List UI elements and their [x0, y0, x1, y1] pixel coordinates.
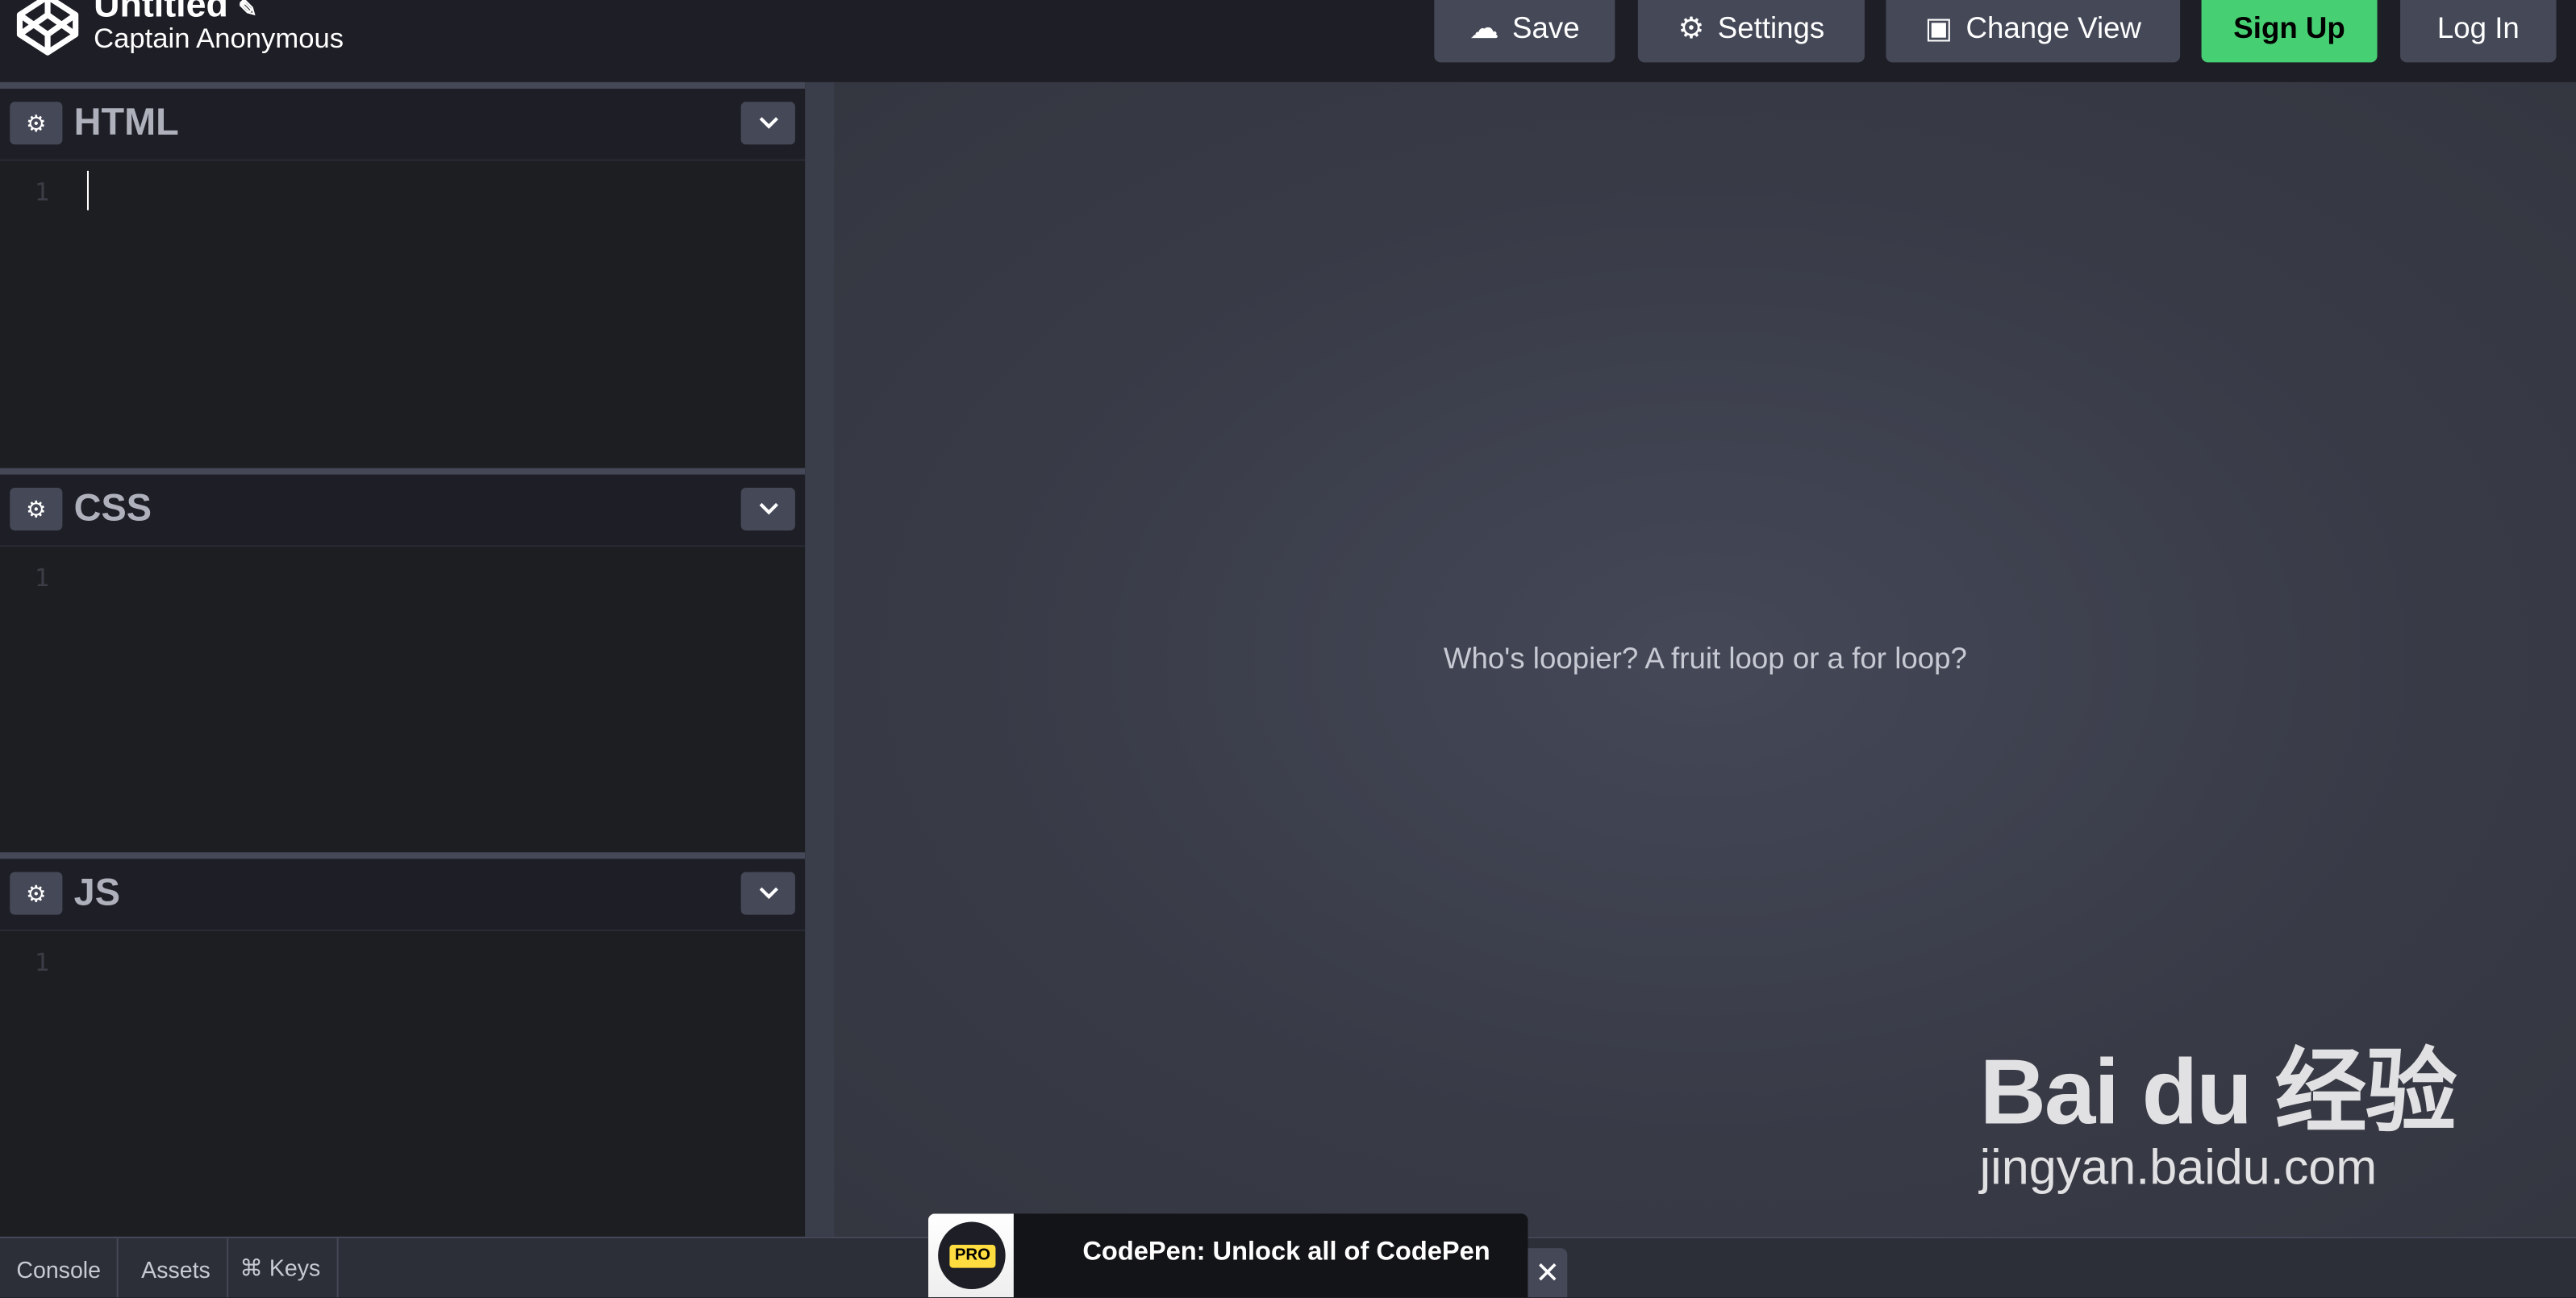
divider[interactable] [0, 468, 806, 475]
log-in-button[interactable]: Log In [2400, 0, 2557, 63]
change-view-button[interactable]: ▣ Change View [1886, 0, 2181, 63]
divider[interactable] [0, 81, 806, 89]
html-editor-header: ⚙ HTML [0, 88, 806, 161]
editor-title: JS [73, 870, 120, 913]
pro-badge-icon: PRO [927, 1213, 1014, 1298]
editor-title: CSS [73, 485, 152, 529]
line-number: 1 [34, 177, 50, 207]
html-settings-gear-icon[interactable]: ⚙ [10, 102, 63, 145]
cloud-icon: ☁ [1469, 10, 1499, 44]
pro-promo-banner[interactable]: PRO CodePen: Unlock all of CodePen [927, 1213, 1528, 1298]
sign-up-button[interactable]: Sign Up [2201, 0, 2378, 63]
eye-window-icon: ▣ [1924, 10, 1953, 44]
codepen-editor: Untitled ✎ Captain Anonymous ☁ Save ⚙ Setti… [0, 0, 2576, 1298]
console-tab[interactable]: Console [0, 1238, 119, 1298]
line-number: 1 [34, 947, 50, 978]
baidu-watermark: Bai du 经验 jingyan.baidu.com [1979, 1018, 2457, 1197]
text-cursor [86, 170, 89, 210]
watermark-logo: Bai du 经验 [1979, 1039, 2457, 1143]
html-code-area[interactable]: 1 [0, 160, 806, 468]
chevron-down-icon[interactable] [740, 872, 795, 915]
close-icon[interactable]: ✕ [1528, 1248, 1568, 1298]
line-number: 1 [34, 563, 50, 593]
save-button[interactable]: ☁ Save [1434, 0, 1615, 63]
keys-tab[interactable]: ⌘ Keys [223, 1238, 339, 1298]
panel-resizer[interactable] [805, 81, 835, 1237]
chevron-down-icon[interactable] [740, 102, 795, 145]
header: Untitled ✎ Captain Anonymous ☁ Save ⚙ Setti… [0, 0, 2576, 82]
preview-text: Who's loopier? A fruit loop or a for loo… [1443, 642, 1967, 676]
js-settings-gear-icon[interactable]: ⚙ [10, 872, 63, 915]
js-editor-header: ⚙ JS [0, 859, 806, 931]
css-code-area[interactable]: 1 [0, 547, 806, 853]
gear-icon: ⚙ [1678, 10, 1705, 44]
editor-title: HTML [73, 100, 179, 144]
assets-tab[interactable]: Assets [125, 1238, 229, 1298]
author-name[interactable]: Captain Anonymous [94, 23, 344, 56]
css-editor-header: ⚙ CSS [0, 474, 806, 547]
divider[interactable] [0, 852, 806, 859]
promo-text: CodePen: Unlock all of CodePen [1082, 1238, 1490, 1267]
codepen-logo-icon[interactable] [13, 0, 82, 59]
pencil-icon[interactable]: ✎ [238, 0, 257, 21]
css-settings-gear-icon[interactable]: ⚙ [10, 487, 63, 530]
settings-button[interactable]: ⚙ Settings [1637, 0, 1865, 63]
js-code-area[interactable]: 1 [0, 930, 806, 1237]
editors-panel: ⚙ HTML 1 ⚙ CSS 1 ⚙ JS 1 [0, 81, 806, 1237]
chevron-down-icon[interactable] [740, 487, 795, 530]
